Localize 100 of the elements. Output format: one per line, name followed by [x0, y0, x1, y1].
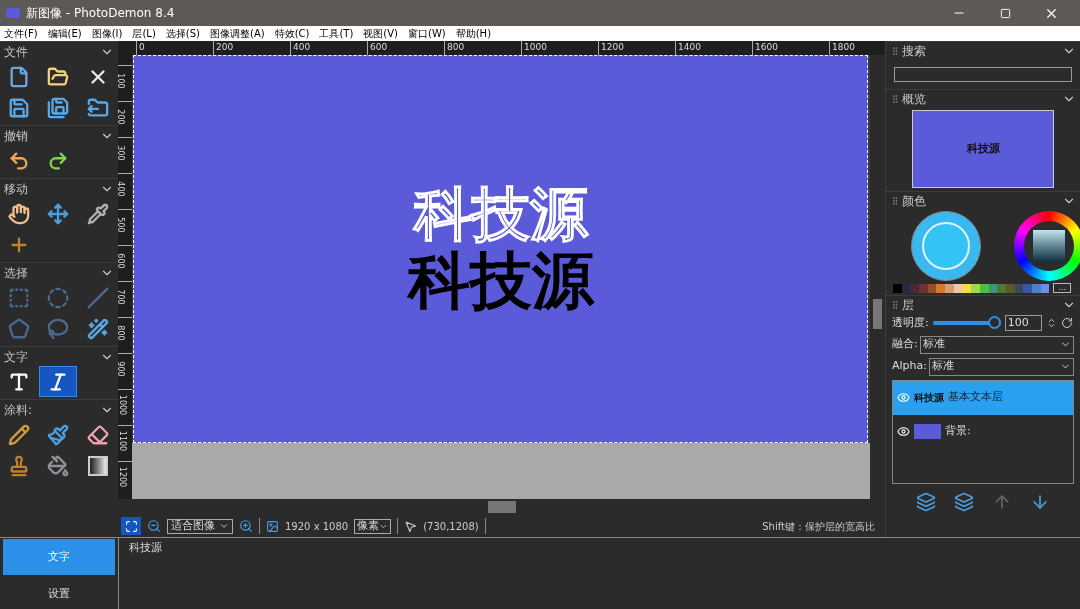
palette-swatch[interactable] [1040, 283, 1050, 293]
image-icon [266, 519, 279, 533]
ruler-label: 200 [118, 109, 125, 125]
ruler-label: 1100 [118, 430, 128, 452]
palette-swatch[interactable] [953, 283, 963, 293]
tool-button[interactable] [39, 366, 78, 397]
palette-swatch[interactable] [901, 283, 911, 293]
panel-title: 层 [902, 296, 914, 314]
floppy-disks-icon [47, 96, 70, 119]
panel-title: 移动 [4, 180, 28, 198]
ruler-label: 900 [118, 361, 125, 377]
gradient-icon [87, 455, 108, 476]
palette-swatch[interactable] [945, 283, 954, 293]
saturation-square[interactable] [1033, 230, 1065, 262]
image-size: 1920 x 1080 [285, 519, 349, 534]
palette-swatch[interactable] [979, 283, 989, 293]
menu-item[interactable]: 工具(T) [319, 26, 354, 41]
eye-icon[interactable] [897, 425, 910, 438]
caret-icon [219, 521, 229, 531]
palette-swatch[interactable] [1023, 283, 1032, 293]
opacity-label: 透明度: [892, 315, 929, 331]
file-icon [8, 65, 30, 88]
panel-title: 涂料: [4, 401, 33, 419]
palette-swatch[interactable] [1014, 283, 1024, 293]
app-icon [6, 8, 20, 18]
palette-swatch[interactable] [1032, 283, 1041, 293]
layer-name: 基本文本层 [948, 389, 1003, 406]
current-color [922, 222, 970, 270]
undo-icon [8, 149, 30, 172]
panel-title: 撤销 [4, 127, 28, 145]
cursor-position: (730,1208) [423, 519, 479, 534]
menu-item[interactable]: 帮助(H) [455, 26, 492, 41]
menu-item[interactable]: 图像调整(A) [210, 26, 265, 41]
fit-button[interactable] [121, 517, 141, 535]
palette-swatch[interactable] [988, 283, 998, 293]
pencil-icon [8, 423, 30, 446]
thumbnail-text: 科技源 [966, 140, 1000, 157]
layer-row[interactable]: 科技源 基本文本层 [893, 380, 1073, 415]
dashed-circle-icon [47, 286, 70, 309]
more-colors-button[interactable]: ... [1053, 283, 1071, 293]
window-title: 新图像 - PhotoDemon 8.4 [26, 5, 175, 22]
palette-swatch[interactable] [962, 283, 972, 293]
layer-name: 背景: [945, 423, 971, 440]
menu-item[interactable]: 选择(S) [165, 26, 200, 41]
ruler-label: 100 [118, 73, 125, 89]
reset-icon[interactable] [1060, 317, 1073, 330]
search-field[interactable] [894, 66, 1072, 82]
slider-thumb[interactable] [987, 316, 1001, 330]
opacity-field[interactable]: 100 [1004, 315, 1042, 332]
menu-item[interactable]: 文件(F) [4, 26, 38, 41]
ruler-label: 700 [118, 289, 125, 305]
palette-swatch[interactable] [927, 283, 937, 293]
panel-title: 选择 [4, 264, 28, 282]
field-label: 融合: [892, 336, 918, 353]
status-hint: Shift键：保护层的宽高比 [762, 519, 875, 534]
palette-swatch[interactable] [997, 283, 1006, 293]
move-arrows-icon [47, 202, 70, 225]
options-tab[interactable]: 设置 [3, 576, 115, 609]
field-label: Alpha: [892, 358, 927, 375]
layer-row[interactable]: 背景: [893, 414, 1073, 449]
paint-bucket-icon [47, 454, 70, 477]
ruler-label: 1200 [118, 466, 128, 488]
palette-swatch[interactable] [1005, 283, 1015, 293]
palette-swatch[interactable] [919, 283, 928, 293]
scroll-thumb[interactable] [488, 501, 516, 513]
panel-title: 搜索 [902, 42, 926, 60]
zoom-in-icon[interactable] [239, 519, 253, 533]
menu-item[interactable]: 特效(C) [274, 26, 310, 41]
mode-dropdown[interactable]: 标准 [929, 357, 1074, 376]
dashed-rectangle-icon [8, 286, 30, 309]
menu-item[interactable]: 编辑(E) [47, 26, 82, 41]
folder-icon [47, 65, 70, 88]
ruler-label: 1000 [118, 394, 128, 416]
ruler-label: 400 [118, 181, 125, 197]
panel-title: 文件 [4, 43, 28, 61]
palette-swatch[interactable] [936, 283, 946, 293]
panel-title: 颜色 [902, 192, 926, 210]
selection-outline-text: 科技源 [413, 182, 588, 246]
layer-thumbnail [914, 424, 941, 439]
vertical-scrollbar[interactable] [870, 55, 885, 499]
layer-thumbnail-text: 科技源 [914, 391, 944, 405]
unit-dropdown[interactable]: 像素 [354, 518, 392, 534]
menu-item[interactable]: 图像(I) [91, 26, 123, 41]
zoom-out-icon[interactable] [147, 519, 161, 533]
cursor-icon [404, 519, 418, 533]
hand-icon [8, 202, 30, 225]
maximize-icon [999, 7, 1011, 19]
mode-dropdown[interactable]: 标准 [919, 335, 1074, 354]
zoom-dropdown[interactable]: 适合图像 [167, 518, 233, 534]
menu-item[interactable]: 视图(V) [363, 26, 398, 41]
palette-swatch[interactable] [971, 283, 980, 293]
panel-title: 概览 [902, 90, 926, 108]
export-icon [86, 96, 109, 119]
scroll-thumb[interactable] [873, 299, 882, 329]
panel-title: 文字 [4, 348, 28, 366]
palette-swatch[interactable] [893, 283, 902, 293]
menu-item[interactable]: 层(L) [132, 26, 156, 41]
menu-item[interactable]: 窗口(W) [408, 26, 446, 41]
paintbrush-icon [47, 423, 70, 446]
palette-swatch[interactable] [910, 283, 920, 293]
